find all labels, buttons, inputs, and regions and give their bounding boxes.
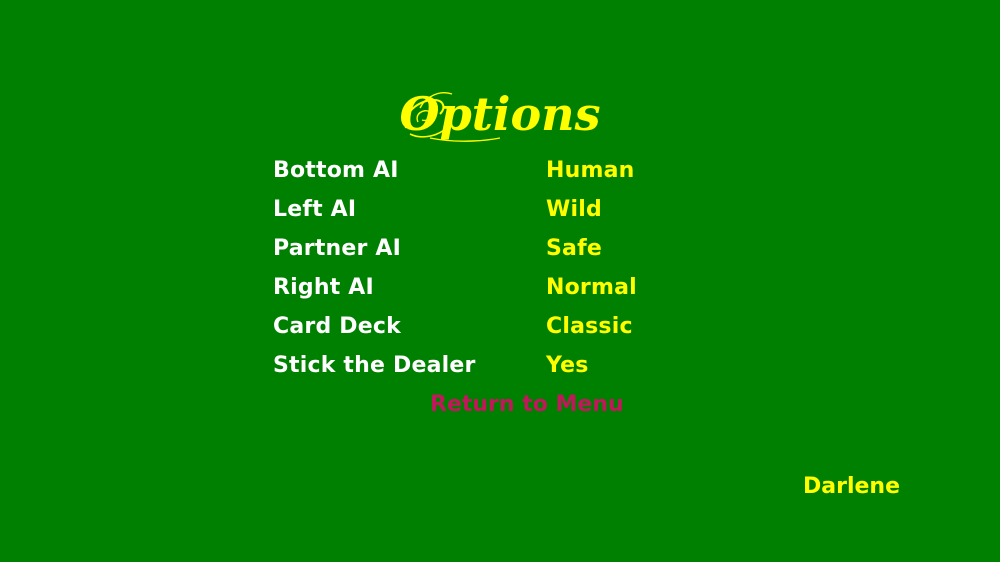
title-ornament: Options xyxy=(400,87,600,142)
option-row-stick-the-dealer: Stick the Dealer Yes xyxy=(273,351,693,381)
player-name: Darlene xyxy=(803,474,901,499)
option-row-left-ai: Left AI Wild xyxy=(273,195,693,225)
option-value-stick-the-dealer[interactable]: Yes xyxy=(546,351,589,381)
option-value-partner-ai[interactable]: Safe xyxy=(546,234,602,264)
options-screen: Options Bottom AI Human Left AI Wild Par… xyxy=(0,0,1000,562)
option-value-right-ai[interactable]: Normal xyxy=(546,273,637,303)
option-row-partner-ai: Partner AI Safe xyxy=(273,234,693,264)
option-label: Left AI xyxy=(273,197,357,222)
return-to-menu-button[interactable]: Return to Menu xyxy=(430,390,624,420)
option-label: Card Deck xyxy=(273,314,401,339)
title-text: Options xyxy=(400,87,600,141)
options-title: Options xyxy=(400,78,600,150)
option-value-card-deck[interactable]: Classic xyxy=(546,312,633,342)
option-row-card-deck: Card Deck Classic xyxy=(273,312,693,342)
option-label: Stick the Dealer xyxy=(273,353,476,378)
option-row-right-ai: Right AI Normal xyxy=(273,273,693,303)
option-label: Partner AI xyxy=(273,236,402,261)
option-label: Right AI xyxy=(273,275,374,300)
option-value-left-ai[interactable]: Wild xyxy=(546,195,602,225)
option-value-bottom-ai[interactable]: Human xyxy=(546,156,635,186)
option-label: Bottom AI xyxy=(273,158,399,183)
option-row-bottom-ai: Bottom AI Human xyxy=(273,156,693,186)
